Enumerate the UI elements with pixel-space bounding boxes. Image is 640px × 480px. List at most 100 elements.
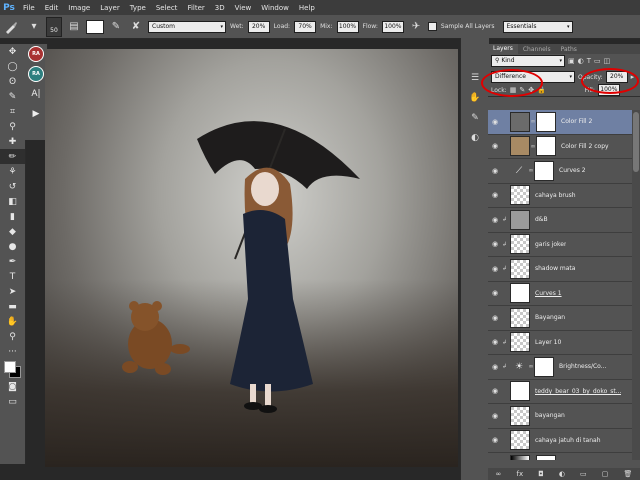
- pen-tool-icon[interactable]: ✒: [0, 254, 25, 269]
- layer-row[interactable]: ◉∞: [488, 453, 640, 460]
- menu-file[interactable]: File: [18, 4, 40, 12]
- brush-preset-icon[interactable]: ✋: [461, 88, 489, 108]
- tab-layers[interactable]: Layers: [488, 44, 518, 54]
- dropdown-arrow-icon[interactable]: ▾: [26, 18, 42, 36]
- brush-panel-icon[interactable]: ▤: [66, 18, 82, 36]
- character-panel-icon[interactable]: A|: [25, 84, 47, 104]
- eye-icon[interactable]: ◉: [488, 216, 502, 224]
- layer-thumbnail[interactable]: [510, 332, 530, 353]
- menu-edit[interactable]: Edit: [40, 4, 64, 12]
- layer-thumbnail[interactable]: [510, 111, 530, 132]
- dodge-tool-icon[interactable]: ●: [0, 239, 25, 254]
- document-canvas[interactable]: [45, 49, 458, 467]
- eye-icon[interactable]: ◉: [488, 289, 502, 297]
- mask-icon[interactable]: ◘: [538, 470, 544, 478]
- layers-scrollbar[interactable]: [632, 110, 640, 460]
- eye-icon[interactable]: ◉: [488, 338, 502, 346]
- filter-shape-icon[interactable]: ▭: [594, 57, 601, 65]
- move-tool-icon[interactable]: ✥: [0, 44, 25, 59]
- eye-icon[interactable]: ◉: [488, 240, 502, 248]
- more-tools-icon[interactable]: ···: [0, 344, 25, 359]
- layer-thumbnail[interactable]: [510, 454, 530, 460]
- wet-field[interactable]: 20%: [247, 20, 270, 33]
- layer-thumbnail[interactable]: [510, 430, 530, 451]
- menu-help[interactable]: Help: [294, 4, 320, 12]
- ra-badge-teal[interactable]: RA: [28, 66, 44, 82]
- properties-icon[interactable]: ✎: [461, 108, 489, 128]
- layer-mask-thumbnail[interactable]: [536, 111, 556, 132]
- eyedropper-tool-icon[interactable]: ⚲: [0, 119, 25, 134]
- flow-field[interactable]: 100%: [381, 20, 404, 33]
- menu-type[interactable]: Type: [125, 4, 151, 12]
- eye-icon[interactable]: ◉: [488, 387, 502, 395]
- eye-icon[interactable]: ◉: [488, 118, 502, 126]
- layer-mask-thumbnail[interactable]: [534, 160, 554, 181]
- adjustment-icon[interactable]: ◐: [559, 470, 565, 478]
- eraser-tool-icon[interactable]: ◧: [0, 194, 25, 209]
- clean-brush-icon[interactable]: ✘: [128, 18, 144, 36]
- layer-thumbnail[interactable]: [510, 209, 530, 230]
- layer-mask-thumbnail[interactable]: [536, 136, 556, 157]
- path-select-tool-icon[interactable]: ➤: [0, 284, 25, 299]
- type-tool-icon[interactable]: T: [0, 269, 25, 284]
- filter-kind-select[interactable]: ⚲ Kind ▾: [491, 55, 565, 67]
- airbrush-icon[interactable]: ✈: [408, 18, 424, 36]
- layer-row[interactable]: ◉ ∞ Color Fill 2: [488, 110, 640, 135]
- layer-row[interactable]: ◉ ⟋ ∞ Curves 2: [488, 159, 640, 184]
- layer-thumbnail[interactable]: [510, 283, 530, 304]
- blur-tool-icon[interactable]: ◆: [0, 224, 25, 239]
- filter-pixel-icon[interactable]: ▣: [568, 57, 575, 65]
- eye-icon[interactable]: ◉: [488, 265, 502, 273]
- eye-icon[interactable]: ◉: [488, 436, 502, 444]
- quick-mask-icon[interactable]: ◙: [0, 379, 25, 394]
- load-brush-icon[interactable]: ✎: [108, 18, 124, 36]
- menu-layer[interactable]: Layer: [95, 4, 125, 12]
- quick-select-tool-icon[interactable]: ✎: [0, 89, 25, 104]
- menu-select[interactable]: Select: [151, 4, 183, 12]
- sample-all-checkbox[interactable]: [427, 22, 437, 31]
- menu-3d[interactable]: 3D: [210, 4, 230, 12]
- layer-thumbnail[interactable]: [510, 185, 530, 206]
- workspace-select[interactable]: Essentials ▾: [502, 20, 573, 33]
- menu-view[interactable]: View: [230, 4, 257, 12]
- shape-tool-icon[interactable]: ▬: [0, 299, 25, 314]
- menu-filter[interactable]: Filter: [182, 4, 209, 12]
- layer-thumbnail[interactable]: [510, 405, 530, 426]
- menu-image[interactable]: Image: [63, 4, 95, 12]
- eye-icon[interactable]: ◉: [488, 142, 502, 150]
- trash-icon[interactable]: 🗑: [623, 470, 632, 478]
- lasso-tool-icon[interactable]: ʘ: [0, 74, 25, 89]
- fx-icon[interactable]: fx: [516, 470, 523, 478]
- filter-adjustment-icon[interactable]: ◐: [578, 57, 584, 65]
- marquee-tool-icon[interactable]: ◯: [0, 59, 25, 74]
- gradient-tool-icon[interactable]: ▮: [0, 209, 25, 224]
- link-icon[interactable]: ∞: [496, 470, 502, 478]
- adjustments-icon[interactable]: ◐: [461, 128, 489, 148]
- layer-mask-thumbnail[interactable]: [536, 454, 556, 460]
- layer-row[interactable]: ◉ ↲ garis joker: [488, 233, 640, 257]
- stamp-tool-icon[interactable]: ⚘: [0, 164, 25, 179]
- brush-icon[interactable]: [0, 17, 22, 37]
- screen-mode-icon[interactable]: ▭: [0, 394, 25, 409]
- mix-field[interactable]: 100%: [336, 20, 359, 33]
- scrollbar-thumb[interactable]: [633, 112, 639, 172]
- history-brush-tool-icon[interactable]: ↺: [0, 179, 25, 194]
- foreground-color-swatch[interactable]: [4, 361, 16, 373]
- eye-icon[interactable]: ◉: [488, 363, 502, 371]
- brightness-icon[interactable]: ☀: [510, 358, 528, 376]
- filter-smart-icon[interactable]: ◫: [604, 57, 611, 65]
- layer-row[interactable]: ◉ cahaya brush: [488, 184, 640, 208]
- layer-row[interactable]: ◉ ∞ Color Fill 2 copy: [488, 135, 640, 159]
- layer-row[interactable]: ◉ ↲ Layer 10: [488, 331, 640, 355]
- layer-thumbnail[interactable]: [510, 381, 530, 402]
- filter-type-icon[interactable]: T: [587, 57, 591, 65]
- play-action-icon[interactable]: ▶: [25, 104, 47, 124]
- folder-icon[interactable]: ▭: [580, 470, 587, 478]
- load-field[interactable]: 70%: [294, 20, 317, 33]
- preset-select[interactable]: Custom ▾: [148, 20, 226, 33]
- new-layer-icon[interactable]: ▢: [602, 470, 609, 478]
- layer-thumbnail[interactable]: [510, 234, 530, 255]
- layer-thumbnail[interactable]: [510, 136, 530, 157]
- zoom-tool-icon[interactable]: ⚲: [0, 329, 25, 344]
- menu-window[interactable]: Window: [256, 4, 294, 12]
